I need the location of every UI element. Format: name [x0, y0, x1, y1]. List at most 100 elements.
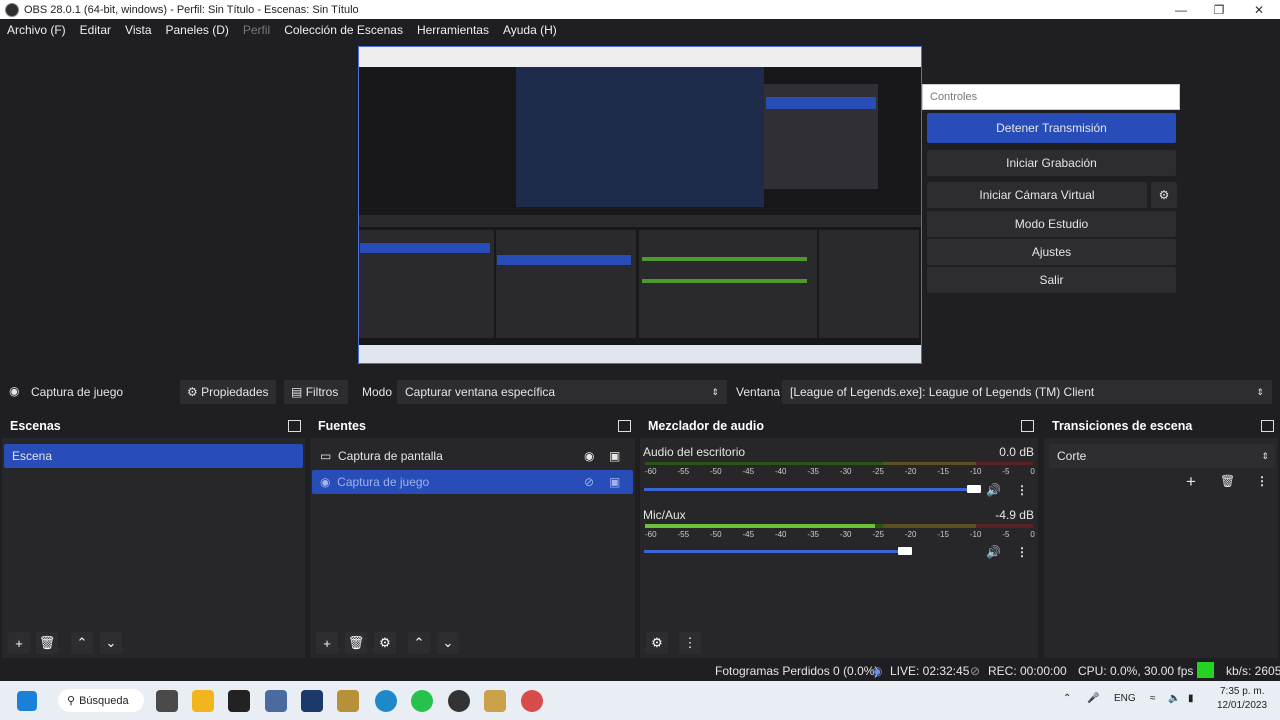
filters-button[interactable]: ▤ Filtros [284, 380, 348, 404]
windows-start-icon[interactable] [17, 691, 37, 711]
speaker-icon[interactable]: 🔊 [986, 545, 1001, 559]
more-options-icon[interactable]: ⋮ [1256, 474, 1268, 488]
virtualcam-settings-button[interactable]: ⚙ [1151, 182, 1177, 208]
meter-red-zone [976, 524, 1033, 528]
maximize-button[interactable]: ❐ [1200, 0, 1238, 19]
trash-icon[interactable]: 🗑 [1220, 474, 1235, 488]
remove-source-button[interactable]: 🗑 [345, 632, 367, 654]
status-bar: Fotogramas Perdidos 0 (0.0%) ◉ LIVE: 02:… [0, 659, 1280, 681]
app-icon[interactable] [265, 690, 287, 712]
epic-games-icon[interactable] [228, 690, 250, 712]
lock-icon[interactable]: ▣ [609, 475, 620, 489]
volume-slider-track[interactable] [644, 550, 906, 553]
exit-button[interactable]: Salir [927, 267, 1176, 293]
preview-canvas[interactable] [358, 46, 922, 364]
file-explorer-icon[interactable] [192, 690, 214, 712]
source-up-button[interactable]: ⌃ [408, 632, 430, 654]
source-down-button[interactable]: ⌄ [437, 632, 459, 654]
start-recording-button[interactable]: Iniciar Grabación [927, 150, 1176, 176]
speaker-icon[interactable]: 🔊 [986, 483, 1001, 497]
settings-button[interactable]: Ajustes [927, 239, 1176, 265]
menu-vista[interactable]: Vista [125, 23, 151, 37]
menu-archivo[interactable]: Archivo (F) [7, 23, 66, 37]
mixer-advanced-button[interactable]: ⚙ [646, 632, 668, 654]
scene-up-button[interactable]: ⌃ [71, 632, 93, 654]
lock-icon[interactable]: ▣ [609, 449, 620, 463]
eye-icon[interactable]: ◉ [584, 449, 594, 463]
obs-logo-icon [5, 2, 19, 17]
gear-icon: ⚙ [379, 635, 391, 650]
edge-icon[interactable] [375, 690, 397, 712]
meter-green-zone [645, 462, 883, 465]
updown-icon: ⇕ [1256, 386, 1264, 397]
app-icon[interactable] [521, 690, 543, 712]
battery-icon[interactable]: ▮ [1188, 693, 1194, 704]
league-game-icon[interactable] [484, 690, 506, 712]
language-indicator[interactable]: ENG [1114, 693, 1136, 704]
menu-paneles[interactable]: Paneles (D) [166, 23, 229, 37]
trash-icon: 🗑 [347, 635, 365, 650]
source-properties-button[interactable]: ⚙ [374, 632, 396, 654]
more-options-icon[interactable]: ⋮ [1016, 483, 1028, 497]
gamepad-icon: ◉ [9, 384, 20, 398]
mixer-menu-button[interactable]: ⋮ [679, 632, 701, 654]
task-view-icon[interactable] [156, 690, 178, 712]
connection-status-indicator [1197, 662, 1214, 678]
undock-icon[interactable] [1021, 420, 1034, 432]
chevron-up-icon[interactable]: ⌃ [1063, 693, 1071, 704]
source-item[interactable]: ◉ Captura de juego ⊘ ▣ [312, 470, 633, 494]
volume-slider-track[interactable] [644, 488, 980, 491]
add-transition-button[interactable]: + [1186, 472, 1196, 492]
obs-icon[interactable] [448, 690, 470, 712]
more-options-icon[interactable]: ⋮ [1016, 545, 1028, 559]
taskbar-search[interactable]: ⚲ Búsqueda [58, 689, 144, 712]
arrow-up-icon: ⌃ [76, 635, 88, 650]
whatsapp-icon[interactable] [411, 690, 433, 712]
add-scene-button[interactable]: + [8, 632, 30, 654]
menu-editar[interactable]: Editar [80, 23, 111, 37]
transition-select[interactable]: Corte ⇕ [1049, 444, 1275, 468]
selected-source-name: Captura de juego [31, 385, 124, 399]
volume-slider-handle[interactable] [967, 485, 981, 493]
league-client-icon[interactable] [337, 690, 359, 712]
stop-stream-button[interactable]: Detener Transmisión [927, 113, 1176, 143]
menu-ayuda[interactable]: Ayuda (H) [503, 23, 557, 37]
volume-icon[interactable]: 🔈 [1168, 693, 1180, 704]
window-label: Ventana [736, 385, 781, 399]
close-button[interactable]: ✕ [1240, 0, 1278, 19]
gamepad-icon: ◉ [320, 475, 331, 489]
mini-titlebar [359, 47, 921, 67]
steam-icon[interactable] [301, 690, 323, 712]
undock-icon[interactable] [618, 420, 631, 432]
microphone-icon[interactable]: 🎤 [1087, 693, 1099, 704]
eye-hidden-icon[interactable]: ⊘ [584, 475, 594, 489]
menu-perfil[interactable]: Perfil [243, 23, 270, 37]
window-select[interactable]: [League of Legends.exe]: League of Legen… [782, 380, 1272, 404]
arrow-down-icon: ⌄ [442, 635, 454, 650]
scene-item[interactable]: Escena [4, 444, 303, 468]
meter-green-zone [875, 524, 883, 528]
menu-coleccion[interactable]: Colección de Escenas [284, 23, 403, 37]
undock-icon[interactable] [1261, 420, 1274, 432]
remove-scene-button[interactable]: 🗑 [36, 632, 58, 654]
volume-slider-handle[interactable] [898, 547, 912, 555]
source-item[interactable]: ▭ Captura de pantalla ◉ ▣ [312, 444, 633, 468]
start-virtualcam-button[interactable]: Iniciar Cámara Virtual [927, 182, 1147, 208]
scene-down-button[interactable]: ⌄ [100, 632, 122, 654]
arrow-down-icon: ⌄ [105, 635, 117, 650]
undock-icon[interactable] [288, 420, 301, 432]
minimize-button[interactable]: — [1162, 0, 1200, 19]
add-source-button[interactable]: + [316, 632, 338, 654]
clock-date[interactable]: 12/01/2023 [1217, 700, 1267, 711]
studio-mode-button[interactable]: Modo Estudio [927, 211, 1176, 237]
menu-herramientas[interactable]: Herramientas [417, 23, 489, 37]
mode-select[interactable]: Capturar ventana específica ⇕ [397, 380, 727, 404]
properties-button[interactable]: ⚙ Propiedades [180, 380, 276, 404]
clock-time[interactable]: 7:35 p. m. [1220, 686, 1264, 697]
controls-dock: Controles Detener Transmisión Iniciar Gr… [922, 84, 1180, 322]
wifi-icon[interactable]: ≈ [1150, 693, 1156, 704]
scenes-title: Escenas [10, 419, 61, 433]
mini-sources [496, 230, 636, 338]
meter-yellow-zone [883, 462, 976, 465]
scene-item-label: Escena [12, 449, 53, 463]
